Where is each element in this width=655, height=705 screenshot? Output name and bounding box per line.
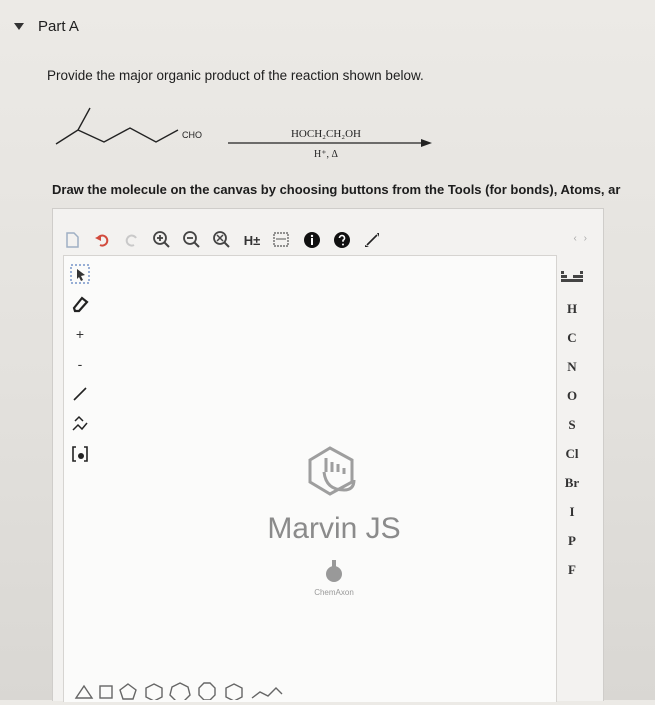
hexagon-ring-button <box>145 683 163 702</box>
atom-p-button[interactable]: P <box>557 526 587 555</box>
cyclohexane-chair-button <box>251 687 283 699</box>
marvin-editor: H± ‹ › Marvin JS ChemAxon + - H C N O S … <box>52 208 604 702</box>
single-bond-button[interactable] <box>67 381 93 407</box>
zoom-fit-button[interactable] <box>211 229 233 251</box>
chain-icon <box>72 415 88 431</box>
chemaxon-label: ChemAxon <box>314 588 354 597</box>
substituent-label: CHO <box>182 130 202 140</box>
decrease-charge-button[interactable]: - <box>67 351 93 377</box>
2d-clean-button[interactable] <box>271 229 293 251</box>
zoom-out-icon <box>183 231 200 248</box>
atom-c-button[interactable]: C <box>557 323 587 352</box>
flask-icon <box>326 560 342 582</box>
benzene-ring-button <box>225 683 243 702</box>
periodic-table-button[interactable] <box>557 265 587 294</box>
help-icon <box>334 232 350 248</box>
expand-icon <box>365 233 379 247</box>
atoms-toolbar: H C N O S Cl Br I P F <box>555 265 589 584</box>
pentagon-ring-button <box>119 683 137 700</box>
atom-n-button[interactable]: N <box>557 352 587 381</box>
marvin-brand-label: Marvin JS <box>267 512 401 545</box>
reaction-scheme: CHO HOCH₂CH₂OH H⁺, Δ <box>52 100 452 170</box>
zoom-in-icon <box>153 231 170 248</box>
select-tool-button[interactable] <box>67 261 93 287</box>
zoom-in-button[interactable] <box>151 229 173 251</box>
conditions-label: H⁺, Δ <box>314 149 339 160</box>
hydrogens-label: H± <box>243 232 261 248</box>
question-text: Provide the major organic product of the… <box>47 68 424 83</box>
atom-o-button[interactable]: O <box>557 381 587 410</box>
redo-button[interactable] <box>121 229 143 251</box>
atom-h-button[interactable]: H <box>557 294 587 323</box>
atom-f-button[interactable]: F <box>557 555 587 584</box>
zoom-fit-icon <box>213 231 230 248</box>
top-toolbar: H± <box>61 221 591 259</box>
hydrogens-button[interactable]: H± <box>241 229 263 251</box>
atom-s-button[interactable]: S <box>557 410 587 439</box>
marvin-logo-icon <box>300 442 370 507</box>
increase-charge-button[interactable]: + <box>67 321 93 347</box>
undo-icon <box>95 234 109 247</box>
bracket-icon <box>72 446 88 462</box>
undo-button[interactable] <box>91 229 113 251</box>
reaction-svg: CHO HOCH₂CH₂OH H⁺, Δ <box>55 107 432 160</box>
part-title: Part A <box>38 18 79 35</box>
marvin-hand-icon <box>308 446 356 496</box>
triangle-ring-button <box>74 684 94 699</box>
drawing-canvas[interactable]: Marvin JS ChemAxon <box>63 255 557 702</box>
clean-2d-icon <box>273 232 289 247</box>
heptagon-ring-button <box>169 682 191 702</box>
zoom-out-button[interactable] <box>181 229 203 251</box>
left-toolbar: + - <box>65 261 95 471</box>
ring-templates-icon <box>74 682 283 702</box>
chain-tool-button[interactable] <box>67 411 93 437</box>
info-icon <box>304 232 320 248</box>
atom-cl-button[interactable]: Cl <box>557 439 587 468</box>
part-header[interactable]: Part A <box>14 18 79 35</box>
redo-icon <box>125 234 137 247</box>
square-ring-button <box>99 685 113 699</box>
toolbar-scroll-arrows[interactable]: ‹ › <box>574 233 589 244</box>
atom-i-button[interactable]: I <box>557 497 587 526</box>
bracket-tool-button[interactable] <box>67 441 93 467</box>
instructions-text: Draw the molecule on the canvas by choos… <box>52 182 621 197</box>
select-icon <box>70 264 90 284</box>
help-button[interactable] <box>331 229 353 251</box>
eraser-tool-button[interactable] <box>67 291 93 317</box>
octagon-ring-button <box>198 682 216 701</box>
eraser-icon <box>72 296 89 313</box>
periodic-table-icon <box>561 271 583 282</box>
chemaxon-flask-icon <box>324 559 344 588</box>
arrow-head-icon <box>421 139 432 147</box>
collapse-caret-icon[interactable] <box>14 23 24 30</box>
info-button[interactable] <box>301 229 323 251</box>
atom-br-button[interactable]: Br <box>557 468 587 497</box>
document-icon <box>66 232 79 248</box>
fullscreen-button[interactable] <box>361 229 383 251</box>
reactant-skeleton <box>55 107 179 145</box>
reagent-label: HOCH₂CH₂OH <box>291 128 361 140</box>
new-document-button[interactable] <box>61 229 83 251</box>
single-bond-icon <box>73 387 87 401</box>
